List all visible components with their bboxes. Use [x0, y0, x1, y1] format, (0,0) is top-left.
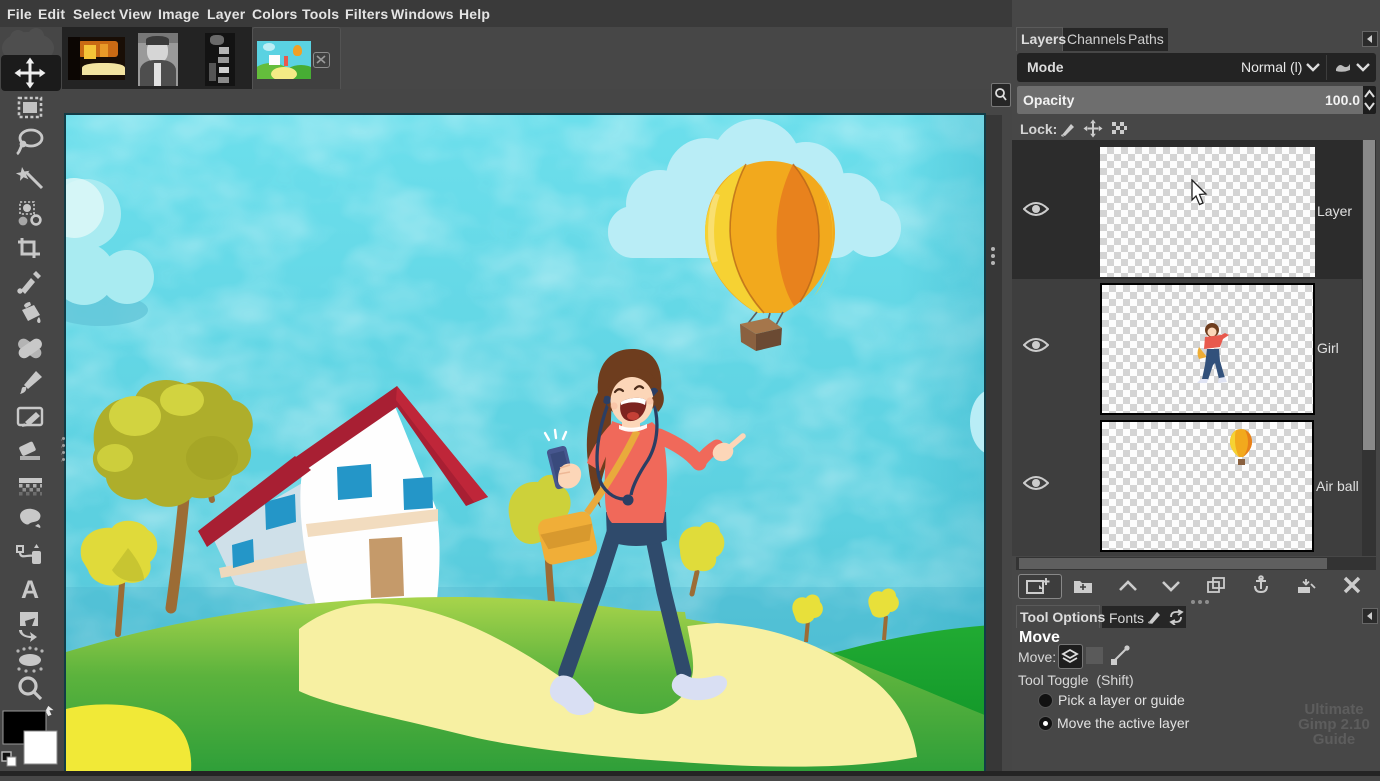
svg-text:A: A [21, 576, 39, 604]
